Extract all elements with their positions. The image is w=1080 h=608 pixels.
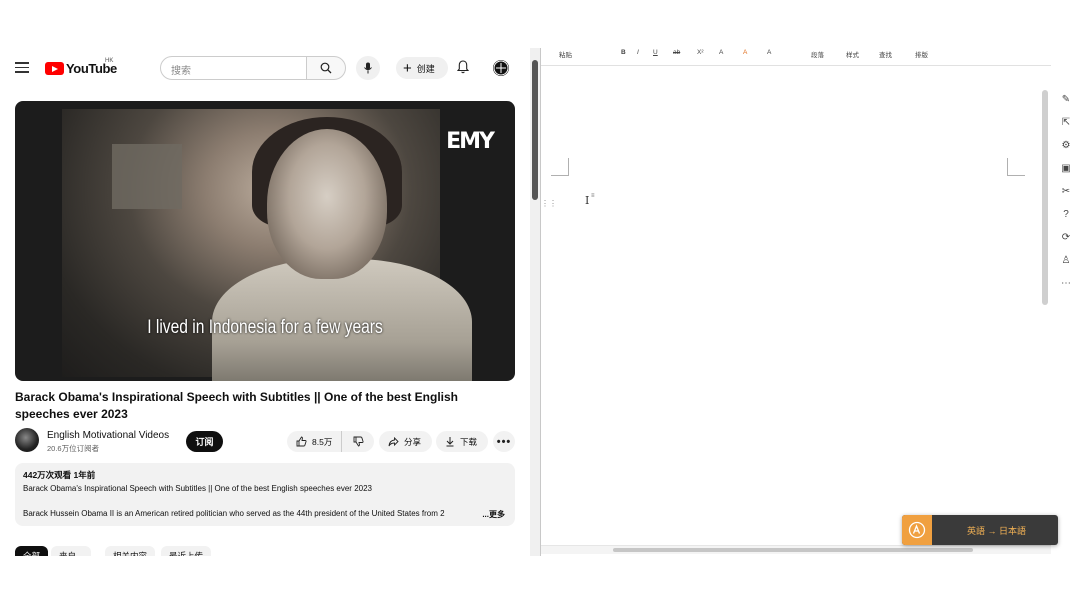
account-avatar[interactable]	[493, 60, 509, 76]
document-hscroll-thumb[interactable]	[613, 548, 973, 552]
subscribe-button[interactable]: 订阅	[186, 431, 223, 452]
thumbs-up-icon	[296, 436, 307, 447]
superscript-button[interactable]: X²	[697, 49, 704, 56]
paragraph-drag-handle[interactable]: ⋮⋮	[541, 200, 557, 208]
paragraph-button[interactable]: 段落	[811, 49, 824, 59]
chip-all[interactable]: 全部	[15, 546, 49, 556]
underline-button[interactable]: U	[653, 49, 658, 56]
editor-ribbon: 粘贴 B I U ab X² A A A 段落 样式 查找 排版	[541, 48, 1051, 66]
create-button[interactable]: + 创建	[396, 57, 448, 79]
description-text: Barack Hussein Obama II is an American r…	[23, 509, 445, 518]
document-horizontal-scrollbar[interactable]	[541, 545, 1051, 554]
document-page[interactable]: ⋮⋮ I ≡	[541, 80, 1041, 546]
edit-pen-icon[interactable]: ✎	[1059, 92, 1073, 106]
channel-watermark: EMY	[446, 129, 495, 154]
paragraph-mark: ≡	[591, 193, 595, 199]
description-more-link[interactable]: ...更多	[482, 509, 505, 520]
help-icon[interactable]: ?	[1059, 207, 1073, 221]
download-button[interactable]: 下载	[436, 431, 488, 452]
description-box[interactable]: 442万次观看 1年前 Barack Obama's Inspirational…	[15, 463, 515, 526]
chip-recent[interactable]: 最近上传	[161, 546, 212, 556]
search-icon	[320, 62, 332, 74]
search-input[interactable]: 搜索	[160, 56, 307, 80]
italic-button[interactable]: I	[637, 49, 639, 56]
video-background-window	[112, 144, 182, 209]
subscriber-count: 20.6万位订阅者	[47, 444, 100, 453]
channel-row: English Motivational Videos 20.6万位订阅者 订阅…	[15, 428, 515, 454]
youtube-scroll-thumb[interactable]	[532, 60, 538, 200]
region-badge: HK	[105, 58, 114, 64]
menu-icon[interactable]	[15, 62, 29, 73]
text-cursor: I	[585, 194, 590, 207]
find-button[interactable]: 查找	[879, 49, 892, 59]
highlight-button[interactable]: A	[743, 49, 747, 56]
filter-chip-row: 全部 来自... 相关内容 最近上传	[15, 546, 515, 556]
share-icon	[388, 436, 399, 446]
strikethrough-button[interactable]: ab	[673, 49, 680, 56]
plus-icon: +	[403, 59, 412, 77]
youtube-pane: YouTube HK 搜索 + 创建 EMY I lived in Indone…	[0, 48, 530, 556]
text-effect-button[interactable]: A	[767, 49, 771, 56]
share-button[interactable]: 分享	[379, 431, 432, 452]
translate-icon	[902, 515, 932, 545]
margin-corner-top-right	[1007, 158, 1025, 176]
video-player[interactable]: EMY I lived in Indonesia for a few years	[15, 101, 515, 381]
description-title-line: Barack Obama's Inspirational Speech with…	[23, 484, 372, 493]
chip-related[interactable]: 相关内容	[105, 546, 156, 556]
video-title: Barack Obama's Inspirational Speech with…	[15, 390, 458, 421]
font-color-button[interactable]: A	[719, 49, 723, 56]
bold-button[interactable]: B	[621, 49, 626, 56]
notifications-bell-icon[interactable]	[456, 60, 470, 79]
channel-name[interactable]: English Motivational Videos	[47, 430, 169, 441]
voice-search-button[interactable]	[356, 56, 380, 80]
like-count: 8.5万	[312, 436, 333, 447]
shirt-icon[interactable]: ♙	[1059, 253, 1073, 267]
download-icon	[446, 437, 454, 447]
thumbs-down-icon	[353, 436, 364, 447]
video-subtitle: I lived in Indonesia for a few years	[147, 317, 383, 338]
document-editor: 粘贴 B I U ab X² A A A 段落 样式 查找 排版 ⋮⋮ I ≡ …	[540, 48, 1080, 556]
search-button[interactable]	[306, 56, 346, 80]
dislike-button[interactable]	[342, 431, 374, 452]
youtube-play-icon	[45, 62, 64, 75]
document-scroll-thumb[interactable]	[1042, 90, 1048, 305]
image-icon[interactable]: ▣	[1059, 161, 1073, 175]
paste-button[interactable]: 粘贴	[559, 49, 572, 59]
screen: YouTube HK 搜索 + 创建 EMY I lived in Indone…	[0, 0, 1080, 608]
chip-from-channel[interactable]: 来自...	[51, 546, 92, 556]
youtube-scrollbar[interactable]	[530, 48, 540, 556]
download-label: 下载	[460, 436, 478, 447]
more-actions-button[interactable]: •••	[493, 431, 515, 452]
view-stats: 442万次观看 1年前	[23, 470, 96, 480]
translator-widget[interactable]: 英語 → 日本語	[902, 515, 1058, 545]
translator-language-pair: 英語 → 日本語	[967, 525, 1027, 536]
tools-icon[interactable]: ✂	[1059, 184, 1073, 198]
styles-button[interactable]: 样式	[846, 49, 859, 59]
mic-icon	[364, 62, 372, 74]
channel-avatar[interactable]	[15, 428, 39, 452]
like-button[interactable]: 8.5万	[287, 431, 342, 452]
create-label: 创建	[416, 63, 435, 74]
side-tool-panel: ✎ ⇱ ⚙ ▣ ✂ ? ⟳ ♙ ⋯	[1052, 84, 1080, 294]
video-person-face	[267, 129, 387, 279]
more-tools-icon[interactable]: ⋯	[1059, 276, 1073, 290]
sync-icon[interactable]: ⟳	[1059, 230, 1073, 244]
youtube-header: YouTube HK 搜索 + 创建	[0, 48, 530, 88]
like-dislike-group: 8.5万	[287, 431, 374, 452]
share-label: 分享	[404, 436, 422, 447]
margin-corner-top-left	[551, 158, 569, 176]
adjust-sliders-icon[interactable]: ⚙	[1059, 138, 1073, 152]
document-vertical-scrollbar[interactable]	[1041, 70, 1049, 516]
select-cursor-icon[interactable]: ⇱	[1059, 115, 1073, 129]
layout-button[interactable]: 排版	[915, 49, 928, 59]
